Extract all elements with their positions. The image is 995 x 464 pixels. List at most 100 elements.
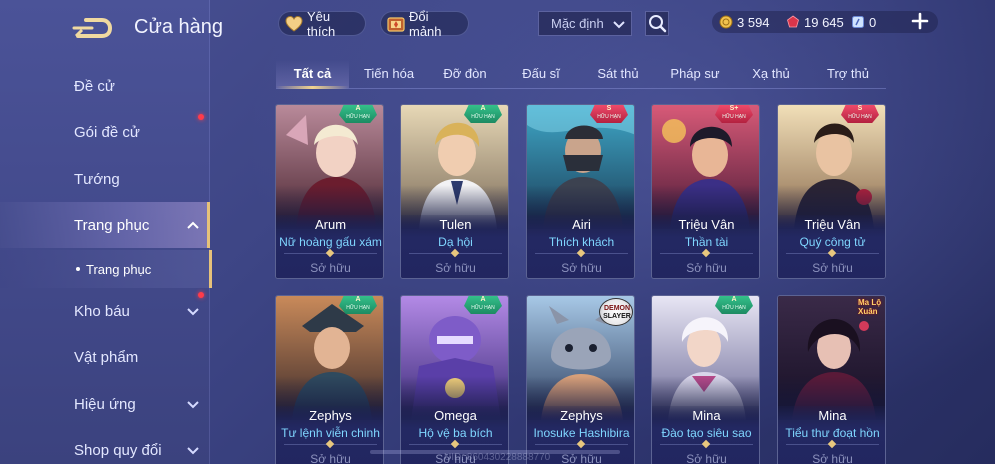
rank-letter: A <box>355 105 361 112</box>
skin-card[interactable]: DEMON SLAYER Zephys Inosuke Hashibira Sở… <box>526 295 635 464</box>
tab-mage[interactable]: Pháp sư <box>658 58 732 88</box>
sidebar-subitem-skins[interactable]: Trang phục <box>0 250 212 288</box>
tab-tank[interactable]: Đỡ đòn <box>429 58 501 88</box>
chevron-down-icon <box>613 21 625 29</box>
skin-card[interactable]: A HỮU HẠN Arum Nữ hoàng gấu xám Sở hữu <box>275 104 384 279</box>
limited-label: HỮU HẠN <box>722 305 746 311</box>
skin-name: Thích khách <box>548 235 615 249</box>
shard-exchange-label: Đổi mảnh <box>409 8 442 39</box>
favorites-button[interactable]: Yêu thích <box>278 8 366 39</box>
tab-fighter[interactable]: Đấu sĩ <box>505 58 577 88</box>
skin-card[interactable]: A HỮU HẠN Tulen Dạ hội Sở hữu <box>400 104 509 279</box>
gold-balance: 3 594 <box>719 13 770 31</box>
skin-name: Inosuke Hashibira <box>533 426 630 440</box>
limited-label: HỮU HẠN <box>346 305 370 311</box>
uid-watermark: UID: 860430228888770 <box>444 452 551 463</box>
sidebar-item-skins[interactable]: Trang phục <box>0 202 210 248</box>
sidebar-item-label: Kho báu <box>74 302 130 320</box>
sidebar-item-exchange-shop[interactable]: Shop quy đổi <box>0 427 210 464</box>
hero-name: Zephys <box>560 408 603 423</box>
sidebar-item-treasure[interactable]: Kho báu <box>0 288 210 334</box>
limited-label: HỮU HẠN <box>471 305 495 311</box>
rank-badge: A HỮU HẠN <box>339 105 377 123</box>
owned-status: Sở hữu <box>435 261 476 275</box>
chevron-down-icon <box>187 308 199 316</box>
shard-exchange-button[interactable]: Đổi mảnh <box>380 8 469 39</box>
skin-card[interactable]: S HỮU HẠN Triệu Vân Quý công tử Sở hữu <box>777 104 886 279</box>
rank-badge: A HỮU HẠN <box>715 296 753 314</box>
notification-dot <box>198 292 204 298</box>
hero-name: Triệu Vân <box>804 217 861 232</box>
sidebar-subitem-label: Trang phục <box>86 261 152 277</box>
owned-status: Sở hữu <box>310 452 351 464</box>
sort-dropdown[interactable]: Mặc định <box>538 11 632 36</box>
skin-card[interactable]: S HỮU HẠN Airi Thích khách Sở hữu <box>526 104 635 279</box>
event-logo: Ma Lộ Xuân <box>858 298 882 316</box>
gold-amount: 3 594 <box>737 14 770 30</box>
owned-status: Sở hữu <box>310 261 351 275</box>
voucher-balance: 0 <box>851 13 876 31</box>
limited-label: HỮU HẠN <box>597 114 621 120</box>
sidebar-item-bundles[interactable]: Gói đề cử <box>0 109 210 155</box>
sidebar-item-heroes[interactable]: Tướng <box>0 156 210 202</box>
tab-marksman[interactable]: Xạ thủ <box>734 58 808 88</box>
rank-letter: A <box>731 296 737 303</box>
hero-name: Airi <box>572 217 591 232</box>
sidebar-item-effects[interactable]: Hiệu ứng <box>0 381 210 427</box>
hero-name: Triệu Vân <box>678 217 735 232</box>
logo-text: SLAYER <box>603 313 631 320</box>
search-icon <box>649 15 667 33</box>
search-button[interactable] <box>645 11 669 36</box>
rank-badge: A HỮU HẠN <box>464 296 502 314</box>
skin-name: Tiểu thư đoạt hồn <box>785 426 880 440</box>
skin-name: Đào tạo siêu sao <box>661 426 752 440</box>
hero-name: Zephys <box>309 408 352 423</box>
tab-support[interactable]: Trợ thủ <box>810 58 886 88</box>
favorites-label: Yêu thích <box>307 8 336 39</box>
skin-card[interactable]: S+ HỮU HẠN Triệu Vân Thần tài Sở hữu <box>651 104 760 279</box>
sidebar-item-label: Vật phẩm <box>74 348 139 366</box>
sidebar-item-featured[interactable]: Đề cử <box>0 63 210 109</box>
logo-text: DEMON <box>603 305 631 312</box>
bullet-icon <box>76 267 80 271</box>
sort-selected-value: Mặc định <box>551 16 604 31</box>
owned-status: Sở hữu <box>812 452 853 464</box>
hero-name: Arum <box>314 217 347 232</box>
skin-card[interactable]: A HỮU HẠN Zephys Tư lệnh viễn chinh Sở h… <box>275 295 384 464</box>
rank-badge: S+ HỮU HẠN <box>715 105 753 123</box>
rank-badge: S HỮU HẠN <box>590 105 628 123</box>
chevron-down-icon <box>187 447 199 455</box>
demon-slayer-logo: DEMON SLAYER <box>599 298 633 326</box>
red-gem-icon <box>787 15 799 28</box>
tab-all[interactable]: Tất cả <box>276 58 349 88</box>
sidebar: Cửa hàng Đề cử Gói đề cử Tướng Trang phụ… <box>0 0 223 464</box>
hero-name: Mina <box>818 408 847 423</box>
rank-letter: S <box>606 105 612 112</box>
chevron-down-icon <box>187 401 199 409</box>
sidebar-item-label: Shop quy đổi <box>74 441 162 459</box>
plus-icon[interactable] <box>911 12 929 30</box>
skin-card[interactable]: A HỮU HẠN Mina Đào tạo siêu sao Sở hữu <box>651 295 760 464</box>
active-tab-underline <box>276 86 349 89</box>
rank-badge: S HỮU HẠN <box>841 105 879 123</box>
back-arrow-icon[interactable] <box>72 16 114 40</box>
voucher-icon <box>852 16 864 28</box>
chevron-up-icon <box>187 221 199 229</box>
skin-name: Quý công tử <box>799 235 866 249</box>
heart-icon <box>285 15 303 32</box>
skin-card[interactable]: Ma Lộ Xuân Mina Tiểu thư đoạt hồn Sở hữu <box>777 295 886 464</box>
gold-coin-icon <box>719 15 733 29</box>
skin-card[interactable]: A HỮU HẠN Omega Hộ vệ ba bích Sở hữu <box>400 295 509 464</box>
rank-letter: S <box>857 105 863 112</box>
page-title: Cửa hàng <box>134 16 224 38</box>
sidebar-item-label: Tướng <box>74 170 120 188</box>
voucher-amount: 0 <box>869 14 877 30</box>
limited-label: HỮU HẠN <box>346 114 370 120</box>
limited-label: HỮU HẠN <box>471 114 495 120</box>
tab-assassin[interactable]: Sát thủ <box>582 58 654 88</box>
shard-chest-icon <box>387 17 405 32</box>
sidebar-item-items[interactable]: Vật phẩm <box>0 334 210 380</box>
tab-evolution[interactable]: Tiến hóa <box>353 58 425 88</box>
owned-status: Sở hữu <box>686 452 727 464</box>
hero-name: Mina <box>692 408 721 423</box>
